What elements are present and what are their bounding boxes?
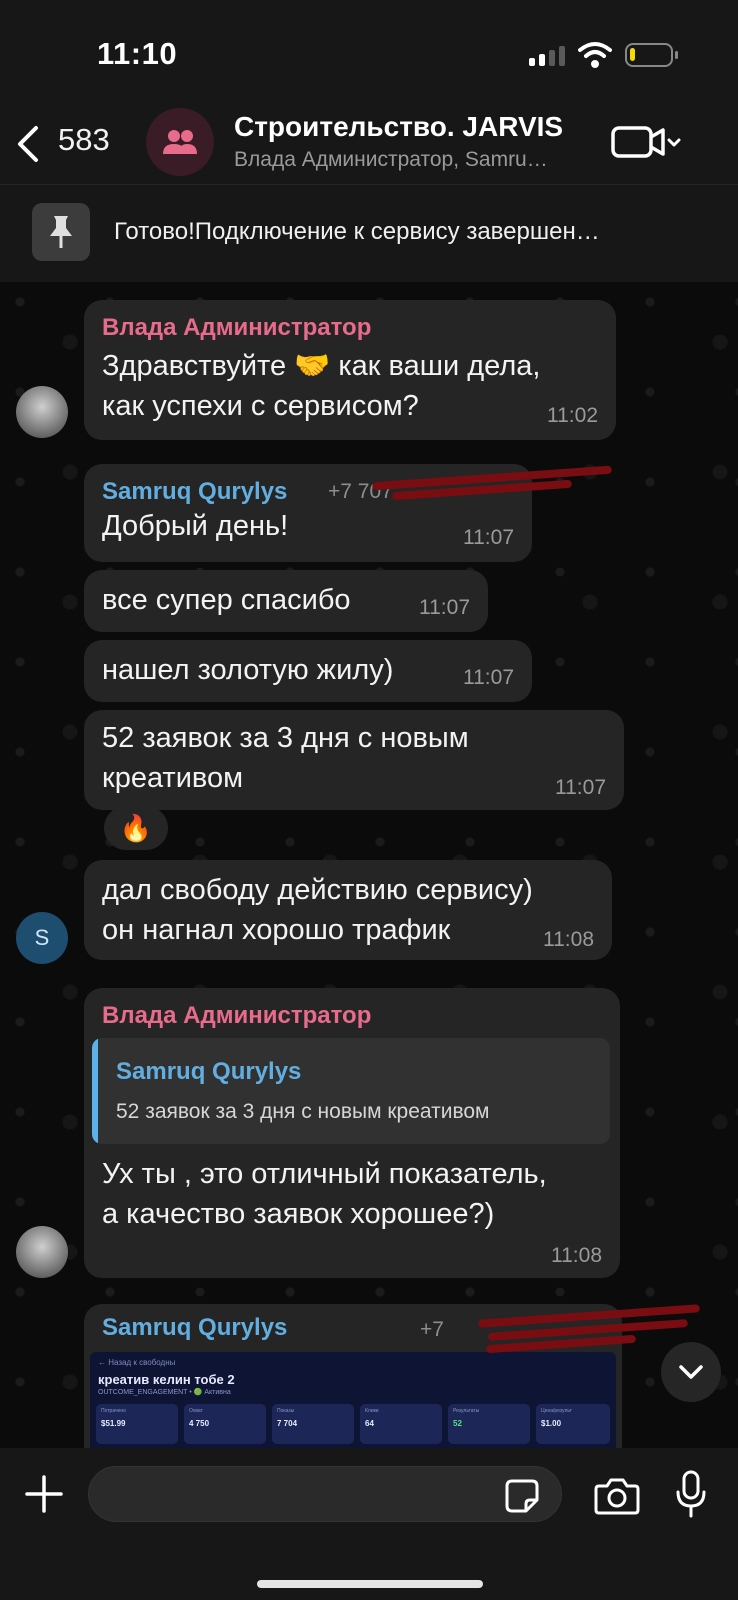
pin-icon (32, 203, 90, 261)
chat-header: 583 Строительство. JARVIS Влада Админист… (0, 108, 738, 184)
scroll-to-bottom-button[interactable] (661, 1342, 721, 1402)
group-avatar[interactable] (146, 108, 214, 176)
chevron-down-icon (679, 1365, 703, 1379)
chevron-left-icon[interactable] (14, 124, 44, 164)
group-people-icon (163, 130, 197, 154)
sender-name[interactable]: Влада Администратор (102, 314, 371, 342)
wifi-icon (578, 42, 612, 68)
message-text: Добрый день! (102, 510, 289, 542)
message-text: креативом (102, 762, 244, 794)
status-bar: 11:10 (0, 0, 738, 108)
message-list[interactable]: Влада Администратор Здравствуйте 🤝 как в… (0, 282, 738, 1448)
stat-value: 64 (365, 1419, 374, 1428)
pinned-message[interactable]: Готово!Подключение к сервису завершен… (0, 184, 738, 282)
message-text: Ух ты , это отличный показатель, (102, 1158, 547, 1190)
plus-icon[interactable] (24, 1474, 64, 1514)
message-time: 11:07 (555, 776, 606, 799)
status-time: 11:10 (97, 36, 178, 71)
sticker-icon[interactable] (504, 1478, 540, 1514)
unread-count[interactable]: 583 (58, 122, 110, 158)
composer-bar (0, 1448, 738, 1600)
message-time: 11:07 (463, 666, 514, 689)
home-indicator[interactable] (257, 1580, 483, 1588)
stat-value: 4 750 (189, 1419, 210, 1428)
stat-label: Потрачено (101, 1408, 126, 1414)
image-stat-card: Охват 4 750 (184, 1404, 266, 1444)
image-campaign-status: OUTCOME_ENGAGEMENT • 🟢 Активна (98, 1389, 231, 1396)
image-back-link: ← Назад к свободны (98, 1358, 176, 1367)
microphone-icon[interactable] (676, 1470, 706, 1518)
chat-participants[interactable]: Влада Администратор, Samru… (234, 148, 586, 172)
battery-icon (625, 43, 678, 67)
image-stat-card: Показы 7 704 (272, 1404, 354, 1444)
stat-value: 7 704 (277, 1419, 298, 1428)
message-time: 11:07 (419, 596, 470, 619)
sender-name[interactable]: Samruq Qurylys (102, 478, 287, 506)
stat-value: 52 (453, 1419, 462, 1428)
message-bubble[interactable]: все супер спасибо 11:07 (84, 570, 488, 632)
avatar[interactable]: S (16, 912, 68, 964)
pinned-text: Готово!Подключение к сервису завершен… (114, 218, 600, 245)
message-input[interactable] (88, 1466, 562, 1522)
quoted-reply[interactable]: Samruq Qurylys 52 заявок за 3 дня с новы… (92, 1038, 610, 1144)
image-stat-card: Потрачено $51.99 (96, 1404, 178, 1444)
message-text: 52 заявок за 3 дня с новым (102, 722, 469, 754)
stat-label: Клики (365, 1408, 379, 1414)
cellular-signal-icon (529, 46, 565, 66)
message-bubble[interactable]: нашел золотую жилу) 11:07 (84, 640, 532, 702)
message-time: 11:07 (463, 526, 514, 549)
message-bubble[interactable]: 52 заявок за 3 дня с новым креативом 11:… (84, 710, 624, 810)
message-text: нашел золотую жилу) (102, 654, 394, 686)
reply-text: 52 заявок за 3 дня с новым креативом (116, 1100, 490, 1123)
reply-accent-bar (92, 1038, 98, 1144)
sender-name[interactable]: Влада Администратор (102, 1002, 371, 1030)
image-stat-card: Цена/результ $1.00 (536, 1404, 610, 1444)
sender-name[interactable]: Samruq Qurylys (102, 1314, 287, 1342)
message-text: Здравствуйте 🤝 как ваши дела, (102, 350, 541, 382)
stat-label: Результаты (453, 1408, 480, 1414)
message-text: дал свободу действию сервису) (102, 874, 533, 906)
image-campaign-title: креатив келин тобе 2 (98, 1372, 235, 1387)
reply-sender: Samruq Qurylys (116, 1058, 302, 1085)
stat-label: Показы (277, 1408, 295, 1414)
image-stat-card: Результаты 52 (448, 1404, 530, 1444)
video-camera-icon[interactable] (611, 122, 683, 162)
message-text: он нагнал хорошо трафик (102, 914, 451, 946)
sender-phone: +7 (420, 1318, 444, 1341)
avatar[interactable] (16, 386, 68, 438)
message-text: как успехи с сервисом? (102, 390, 419, 422)
stat-value: $51.99 (101, 1419, 126, 1428)
message-bubble[interactable]: дал свободу действию сервису) он нагнал … (84, 860, 612, 960)
message-time: 11:02 (547, 404, 598, 427)
fire-reaction[interactable]: 🔥 (104, 806, 168, 850)
message-text: а качество заявок хорошее?) (102, 1198, 495, 1230)
chat-title[interactable]: Строительство. JARVIS (234, 111, 563, 143)
image-stat-card: Клики 64 (360, 1404, 442, 1444)
avatar[interactable] (16, 1226, 68, 1278)
shared-screenshot-image[interactable]: ← Назад к свободны креатив келин тобе 2 … (90, 1352, 616, 1448)
message-text: все супер спасибо (102, 584, 351, 616)
message-bubble[interactable]: Влада Администратор Здравствуйте 🤝 как в… (84, 300, 616, 440)
message-bubble[interactable]: Влада Администратор Samruq Qurylys 52 за… (84, 988, 620, 1278)
stat-label: Охват (189, 1408, 203, 1414)
stat-value: $1.00 (541, 1419, 562, 1428)
message-bubble[interactable]: Samruq Qurylys +7 ← Назад к свободны кре… (84, 1304, 622, 1448)
stat-label: Цена/результ (541, 1408, 572, 1414)
camera-icon[interactable] (594, 1476, 640, 1516)
message-time: 11:08 (543, 928, 594, 951)
message-time: 11:08 (551, 1244, 602, 1267)
